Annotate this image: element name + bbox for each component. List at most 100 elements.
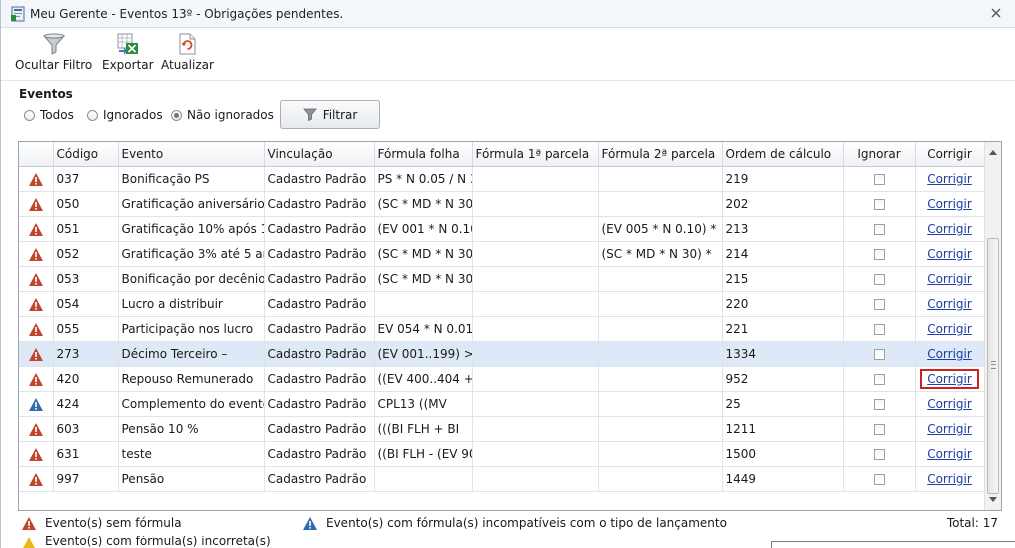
header-ignore[interactable]: Ignorar [843,142,916,167]
cell-formula-first [472,266,599,292]
cell-formula-first [472,466,599,492]
cell-code: 051 [53,216,119,242]
cell-link: Cadastro Padrão [264,316,375,342]
cell-status [19,216,54,242]
cell-formula-payroll: PS * N 0.05 / N 30 [374,166,473,192]
header-calc-order[interactable]: Ordem de cálculo [722,142,844,167]
radio-not-ignored-label: Não ignorados [187,108,274,122]
radio-all[interactable]: Todos [24,107,74,123]
fix-link[interactable]: Corrigir [927,347,972,361]
cell-link: Cadastro Padrão [264,441,375,467]
table-row[interactable]: 054 Lucro a distribuir Cadastro Padrão 220 C… [19,291,985,317]
scroll-down-icon[interactable] [988,496,998,504]
fix-link[interactable]: Corrigir [927,472,972,486]
ignore-checkbox[interactable] [873,424,885,435]
cell-link: Cadastro Padrão [264,191,375,217]
ignore-checkbox[interactable] [873,224,885,235]
ignore-checkbox[interactable] [873,374,885,385]
cell-formula-second [598,441,723,467]
cell-formula-first [472,166,599,192]
fix-link[interactable]: Corrigir [927,297,972,311]
table-row[interactable]: 050 Gratificação aniversários Cadastro Pad… [19,191,985,217]
radio-all-circle[interactable] [24,109,35,121]
fix-link[interactable]: Corrigir [927,247,972,261]
cell-formula-payroll: ((BI FLH - (EV 903 [374,441,473,467]
ignore-checkbox[interactable] [873,399,885,410]
filter-button-label: Filtrar [322,107,358,122]
cell-link: Cadastro Padrão [264,391,375,417]
cell-formula-payroll: (((BI FLH + BI [374,416,473,442]
cell-status [19,466,54,492]
radio-not-ignored[interactable]: Não ignorados [171,107,274,123]
table-row[interactable]: 997 Pensão Cadastro Padrão 1449 Corrigir [19,466,985,492]
header-formula-second[interactable]: Fórmula 2ª parcela [598,142,723,167]
scroll-up-icon[interactable] [988,148,998,156]
fix-link[interactable]: Corrigir [927,272,972,286]
table-row[interactable]: 051 Gratificação 10% após 10 Cadastro Padr… [19,216,985,242]
cell-event: Lucro a distribuir [118,291,265,317]
fix-link[interactable]: Corrigir [927,422,972,436]
header-formula-payroll[interactable]: Fórmula folha [374,142,473,167]
hide-filter-button[interactable]: Ocultar Filtro [15,32,92,72]
header-fix[interactable]: Corrigir [915,142,985,167]
cell-fix: Corrigir [915,191,985,217]
ignore-checkbox[interactable] [873,349,885,360]
table-row[interactable]: 055 Participação nos lucro Cadastro Padrão… [19,316,985,342]
ignore-checkbox[interactable] [873,474,885,485]
fix-link[interactable]: Corrigir [927,197,972,211]
cell-ignore [843,266,916,292]
cell-formula-first [472,316,599,342]
table-row[interactable]: 603 Pensão 10 % Cadastro Padrão (((BI FLH +… [19,416,985,442]
cell-calc-order: 202 [722,191,844,217]
export-button[interactable]: Exportar [102,32,154,72]
ignore-checkbox[interactable] [873,299,885,310]
scroll-thumb[interactable] [987,238,999,494]
cell-ignore [843,466,916,492]
cell-event: Décimo Terceiro – [118,341,265,367]
table-row[interactable]: 037 Bonificação PS Cadastro Padrão PS * N 0… [19,166,985,192]
ignore-checkbox[interactable] [873,199,885,210]
cell-ignore [843,291,916,317]
cell-status [19,341,54,367]
fix-link[interactable]: Corrigir [927,322,972,336]
radio-ignored[interactable]: Ignorados [87,107,163,123]
cell-status [19,366,54,392]
radio-not-ignored-circle[interactable] [171,109,182,121]
fix-link[interactable]: Corrigir [927,172,972,186]
ignore-checkbox[interactable] [873,274,885,285]
fix-link[interactable]: Corrigir [920,369,979,389]
cell-code: 050 [53,191,119,217]
ignore-checkbox[interactable] [873,449,885,460]
radio-ignored-circle[interactable] [87,109,98,121]
header-code[interactable]: Código [53,142,119,167]
cell-ignore [843,166,916,192]
ignore-checkbox[interactable] [873,324,885,335]
header-formula-first[interactable]: Fórmula 1ª parcela [472,142,599,167]
table-row[interactable]: 052Gratificação 3% até 5 anosCadastro Pa… [19,241,985,267]
refresh-button[interactable]: Atualizar [161,32,214,72]
cell-event: Gratificação 3% até 5 anos [118,241,265,267]
cell-status [19,241,54,267]
ignore-checkbox[interactable] [873,249,885,260]
fix-link[interactable]: Corrigir [927,447,972,461]
header-icon[interactable] [19,142,54,167]
table-row[interactable]: 424 Complemento do evento Cadastro Padrão C… [19,391,985,417]
fix-link[interactable]: Corrigir [927,397,972,411]
fix-link[interactable]: Corrigir [927,222,972,236]
ignore-checkbox[interactable] [873,174,885,185]
filter-button[interactable]: Filtrar [280,100,380,129]
cell-formula-first [472,241,599,267]
vertical-scrollbar[interactable] [984,142,1001,510]
cell-formula-first [472,291,599,317]
table-row[interactable]: 273 Décimo Terceiro – Cadastro Padrão (EV 0… [19,341,985,367]
close-icon[interactable] [988,5,1004,21]
cell-link: Cadastro Padrão [264,416,375,442]
header-event[interactable]: Evento [118,142,265,167]
cell-status [19,291,54,317]
table-row[interactable]: 631testeCadastro Padrão((BI FLH - (EV 90… [19,441,985,467]
cell-status [19,191,54,217]
table-row[interactable]: 053 Bonificação por decênios Cadastro Padr… [19,266,985,292]
cell-fix: Corrigir [915,166,985,192]
table-row[interactable]: 420 Repouso Remunerado Cadastro Padrão ((EV… [19,366,985,392]
header-link[interactable]: Vinculação [264,142,375,167]
